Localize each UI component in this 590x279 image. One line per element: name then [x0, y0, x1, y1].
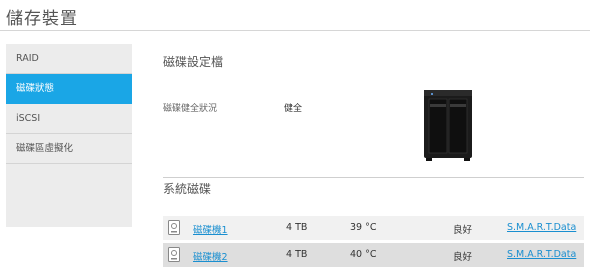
- disk-drive-icon: [168, 220, 180, 235]
- disk-name-link[interactable]: 磁碟機2: [193, 249, 228, 263]
- section-divider: [163, 177, 584, 178]
- disk-temperature: 39 °C: [350, 222, 377, 233]
- table-row: 磁碟機1 4 TB 39 °C 良好 S.M.A.R.T.Data: [163, 216, 584, 240]
- sidebar-item-disk-status[interactable]: 磁碟狀態: [6, 74, 132, 104]
- disk-temperature: 40 °C: [350, 249, 377, 260]
- disk-name-link[interactable]: 磁碟機1: [193, 222, 228, 236]
- smart-data-link[interactable]: S.M.A.R.T.Data: [507, 222, 576, 233]
- page-title: 儲存裝置: [6, 9, 78, 29]
- disk-status: 良好: [453, 252, 473, 263]
- disk-size: 4 TB: [286, 249, 308, 260]
- sidebar-item-raid[interactable]: RAID: [6, 44, 132, 74]
- nas-device-image: [422, 88, 474, 164]
- title-divider: [0, 30, 590, 31]
- system-disks-title: 系統磁碟: [163, 182, 212, 196]
- sidebar: RAID 磁碟狀態 iSCSI 磁碟區虛擬化: [6, 44, 132, 227]
- disk-drive-icon: [168, 247, 180, 262]
- disk-profile-title: 磁碟設定檔: [163, 55, 224, 69]
- disk-health-value: 健全: [284, 104, 303, 114]
- sidebar-item-iscsi[interactable]: iSCSI: [6, 104, 132, 134]
- disk-status: 良好: [453, 225, 473, 236]
- sidebar-item-volume-virtualization[interactable]: 磁碟區虛擬化: [6, 134, 132, 164]
- smart-data-link[interactable]: S.M.A.R.T.Data: [507, 249, 576, 260]
- disk-size: 4 TB: [286, 222, 308, 233]
- disk-health-label: 磁碟健全狀況: [163, 104, 218, 114]
- table-row: 磁碟機2 4 TB 40 °C 良好 S.M.A.R.T.Data: [163, 243, 584, 267]
